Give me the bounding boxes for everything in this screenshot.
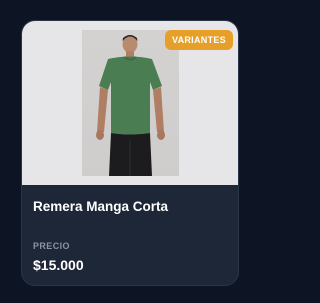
variants-badge: VARIANTES — [164, 30, 233, 50]
model-figure — [96, 35, 165, 176]
product-card[interactable]: VARIANTES Remera Manga Corta PRECIO $15.… — [21, 20, 239, 286]
product-photo — [82, 30, 179, 176]
product-price: $15.000 — [33, 257, 84, 273]
product-image-area[interactable]: VARIANTES — [22, 21, 238, 185]
price-label: PRECIO — [33, 241, 70, 251]
product-title[interactable]: Remera Manga Corta — [33, 199, 168, 214]
